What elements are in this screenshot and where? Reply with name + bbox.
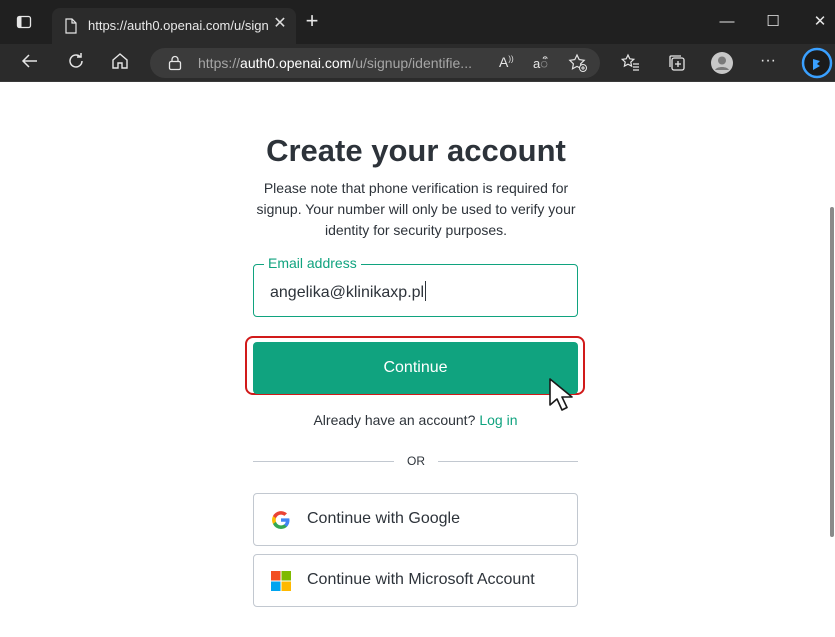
login-link[interactable]: Log in: [479, 412, 517, 428]
page-icon: [64, 18, 78, 37]
page-scrollbar[interactable]: [827, 92, 835, 637]
microsoft-signin-button[interactable]: Continue with Microsoft Account: [253, 554, 578, 607]
maximize-icon[interactable]: ☐: [758, 8, 788, 36]
more-options-icon[interactable]: ···: [756, 52, 780, 72]
window-close-icon[interactable]: ✕: [805, 8, 835, 36]
browser-tab[interactable]: https://auth0.openai.com/u/signup ✕: [52, 8, 296, 44]
scrollbar-thumb[interactable]: [830, 207, 834, 537]
google-signin-button[interactable]: Continue with Google: [253, 493, 578, 546]
email-field-label: Email address: [264, 255, 361, 271]
favorites-icon[interactable]: [620, 53, 642, 75]
profile-avatar-icon[interactable]: [710, 51, 734, 75]
phone-verification-note: Please note that phone verification is r…: [256, 180, 576, 238]
tab-title: https://auth0.openai.com/u/signup: [88, 18, 268, 33]
refresh-icon[interactable]: [64, 51, 88, 75]
divider-right: [438, 461, 578, 462]
read-aloud-icon[interactable]: A)): [499, 54, 514, 70]
minimize-icon[interactable]: —: [712, 8, 742, 36]
tab-close-icon[interactable]: ✕: [270, 14, 290, 34]
site-info-icon[interactable]: [168, 55, 182, 76]
google-icon: [271, 510, 291, 530]
browser-titlebar: https://auth0.openai.com/u/signup ✕ + — …: [0, 0, 835, 44]
login-prompt: Already have an account? Log in: [253, 412, 578, 428]
email-input[interactable]: angelika@klinikaxp.pl: [270, 281, 427, 302]
signup-page: Create your account Please note that pho…: [0, 83, 835, 637]
url-text: https://auth0.openai.com/u/signup/identi…: [198, 55, 472, 71]
page-title: Create your account: [266, 133, 566, 168]
new-tab-icon[interactable]: +: [302, 10, 322, 32]
add-favorite-icon[interactable]: [568, 53, 588, 78]
home-icon[interactable]: [108, 51, 132, 75]
continue-button[interactable]: Continue: [253, 342, 578, 394]
back-icon[interactable]: [18, 51, 42, 75]
translate-icon[interactable]: aऀ: [533, 54, 548, 72]
mouse-pointer-icon: [547, 377, 583, 418]
bing-copilot-icon[interactable]: [801, 47, 833, 79]
microsoft-icon: [271, 571, 291, 591]
divider-left: [253, 461, 394, 462]
email-field[interactable]: Email address angelika@klinikaxp.pl: [253, 255, 578, 317]
browser-toolbar: https://auth0.openai.com/u/signup/identi…: [0, 44, 835, 82]
tab-actions-icon[interactable]: [16, 14, 32, 30]
google-button-label: Continue with Google: [307, 510, 460, 527]
or-separator: OR: [407, 454, 425, 468]
have-account-text: Already have an account?: [313, 412, 476, 428]
collections-icon[interactable]: [666, 53, 688, 75]
address-bar[interactable]: https://auth0.openai.com/u/signup/identi…: [150, 48, 600, 78]
text-caret: [425, 281, 427, 301]
microsoft-button-label: Continue with Microsoft Account: [307, 571, 535, 588]
